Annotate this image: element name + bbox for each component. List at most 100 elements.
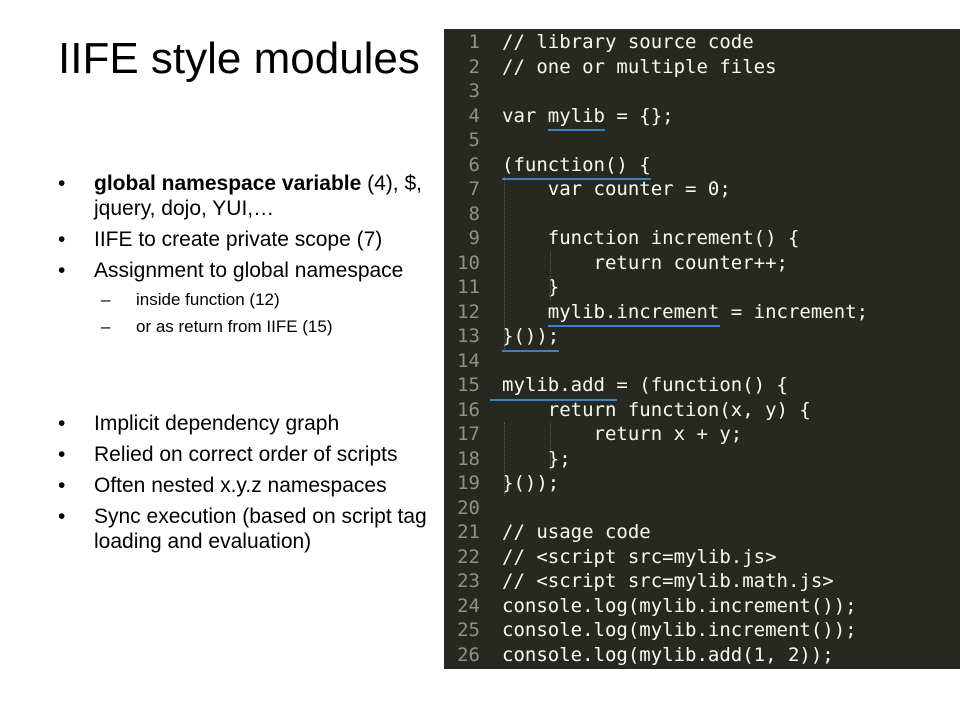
line-number: 22 <box>457 545 480 568</box>
highlight-underline <box>547 325 720 327</box>
code-text: (function() { <box>502 153 651 176</box>
code-text: var counter = 0; <box>502 178 731 200</box>
code-editor-panel: 1 // library source code 2 // one or multip… <box>444 29 960 669</box>
code-line: 17 return x + y; <box>444 422 960 447</box>
line-number: 4 <box>468 104 480 127</box>
code-text: // one or multiple files <box>502 55 777 78</box>
bullet-item: Assignment to global namespace <box>58 258 443 283</box>
code-text: var mylib = {}; <box>502 104 674 127</box>
line-number: 16 <box>457 398 480 421</box>
code-line: 4 var mylib = {}; <box>444 104 960 129</box>
line-number: 18 <box>457 447 480 470</box>
code-line: 14 <box>444 349 960 374</box>
code-text: // usage code <box>502 521 651 543</box>
code-line: 11 } <box>444 275 960 300</box>
bullet-text: Relied on correct order of scripts <box>94 443 398 466</box>
sub-bullet-item: or as return from IIFE (15) <box>58 316 443 338</box>
bullet-text: IIFE to create private scope (7) <box>94 228 383 251</box>
line-number: 3 <box>468 80 480 102</box>
code-line: 19 }()); <box>444 471 960 496</box>
code-line: 21 // usage code <box>444 520 960 545</box>
code-text: function increment() { <box>502 227 800 249</box>
code-line: 6 (function() { <box>444 153 960 178</box>
code-line: 5 <box>444 128 960 153</box>
indent-guide <box>549 250 551 300</box>
code-line: 9 function increment() { <box>444 226 960 251</box>
code-text: console.log(mylib.increment()); <box>502 594 857 617</box>
line-number: 13 <box>457 325 480 347</box>
bullet-spacer <box>58 343 443 411</box>
line-number: 19 <box>457 472 480 494</box>
bullet-text: Sync execution (based on script tag load… <box>94 505 427 553</box>
sub-bullet-text: or as return from IIFE (15) <box>136 317 333 336</box>
code-text: }()); <box>502 472 560 494</box>
code-line: 7 var counter = 0; <box>444 177 960 202</box>
line-number: 14 <box>457 349 480 372</box>
line-number: 21 <box>457 521 480 543</box>
code-text: mylib.increment = increment; <box>502 300 869 323</box>
code-text: return function(x, y) { <box>502 398 811 421</box>
bullet-bold-text: global namespace variable <box>94 172 362 195</box>
code-line: 24 console.log(mylib.increment()); <box>444 594 960 619</box>
code-line: 1 // library source code <box>444 30 960 55</box>
code-line: 15 mylib.add = (function() { <box>444 373 960 398</box>
highlight-underline <box>547 129 606 131</box>
bullet-list: global namespace variable (4), $, jquery… <box>58 171 443 560</box>
code-text: return counter++; <box>502 251 788 274</box>
bullet-item: Implicit dependency graph <box>58 411 443 436</box>
code-line: 18 }; <box>444 447 960 472</box>
line-number: 9 <box>468 227 480 249</box>
code-line: 13}()); <box>444 324 960 349</box>
line-number: 6 <box>468 153 480 176</box>
code-line: 3 <box>444 79 960 104</box>
line-number: 8 <box>468 202 480 225</box>
code-line: 16 return function(x, y) { <box>444 398 960 423</box>
bullet-text: Implicit dependency graph <box>94 412 340 435</box>
line-number: 2 <box>468 55 480 78</box>
indent-guide <box>504 177 505 349</box>
code-text: // <script src=mylib.math.js> <box>502 570 834 592</box>
line-number: 20 <box>457 496 480 519</box>
code-line: 23 // <script src=mylib.math.js> <box>444 569 960 594</box>
code-text: console.log(mylib.increment()); <box>502 619 857 641</box>
highlight-underline <box>502 349 560 352</box>
code-line: 10 return counter++; <box>444 251 960 276</box>
line-number: 10 <box>457 251 480 274</box>
line-number: 7 <box>468 178 480 200</box>
line-number: 11 <box>457 276 480 298</box>
code-text: return x + y; <box>502 423 743 445</box>
bullet-item: IIFE to create private scope (7) <box>58 227 443 252</box>
code-line: 2 // one or multiple files <box>444 55 960 80</box>
code-line: 25 console.log(mylib.increment()); <box>444 618 960 643</box>
code-line: 20 <box>444 496 960 521</box>
line-number: 15 <box>457 374 480 396</box>
line-number: 23 <box>457 570 480 592</box>
indent-guide <box>504 422 505 496</box>
line-number: 17 <box>457 423 480 445</box>
code-text: }; <box>502 447 571 470</box>
line-number: 25 <box>457 619 480 641</box>
line-number: 24 <box>457 594 480 617</box>
bullet-item: global namespace variable (4), $, jquery… <box>58 171 443 221</box>
code-text: // <script src=mylib.js> <box>502 545 777 568</box>
bullet-text: Often nested x.y.z namespaces <box>94 474 387 497</box>
sub-bullet-text: inside function (12) <box>136 290 280 309</box>
code-line: 8 <box>444 202 960 227</box>
code-line: 22 // <script src=mylib.js> <box>444 545 960 570</box>
code-line: 26 console.log(mylib.add(1, 2)); <box>444 643 960 668</box>
line-number: 12 <box>457 300 480 323</box>
code-text: mylib.add = (function() { <box>502 374 788 396</box>
highlight-underline <box>502 178 651 180</box>
line-number: 1 <box>468 31 480 53</box>
sub-bullet-item: inside function (12) <box>58 289 443 311</box>
line-number: 26 <box>457 643 480 666</box>
indent-guide <box>549 422 551 471</box>
slide-title: IIFE style modules <box>58 34 420 83</box>
code-line: 12 mylib.increment = increment; <box>444 300 960 325</box>
bullet-text: Assignment to global namespace <box>94 259 404 282</box>
highlight-underline <box>490 398 617 401</box>
code-text: console.log(mylib.add(1, 2)); <box>502 643 834 666</box>
line-number: 5 <box>468 129 480 151</box>
bullet-item: Often nested x.y.z namespaces <box>58 473 443 498</box>
bullet-item: Relied on correct order of scripts <box>58 442 443 467</box>
